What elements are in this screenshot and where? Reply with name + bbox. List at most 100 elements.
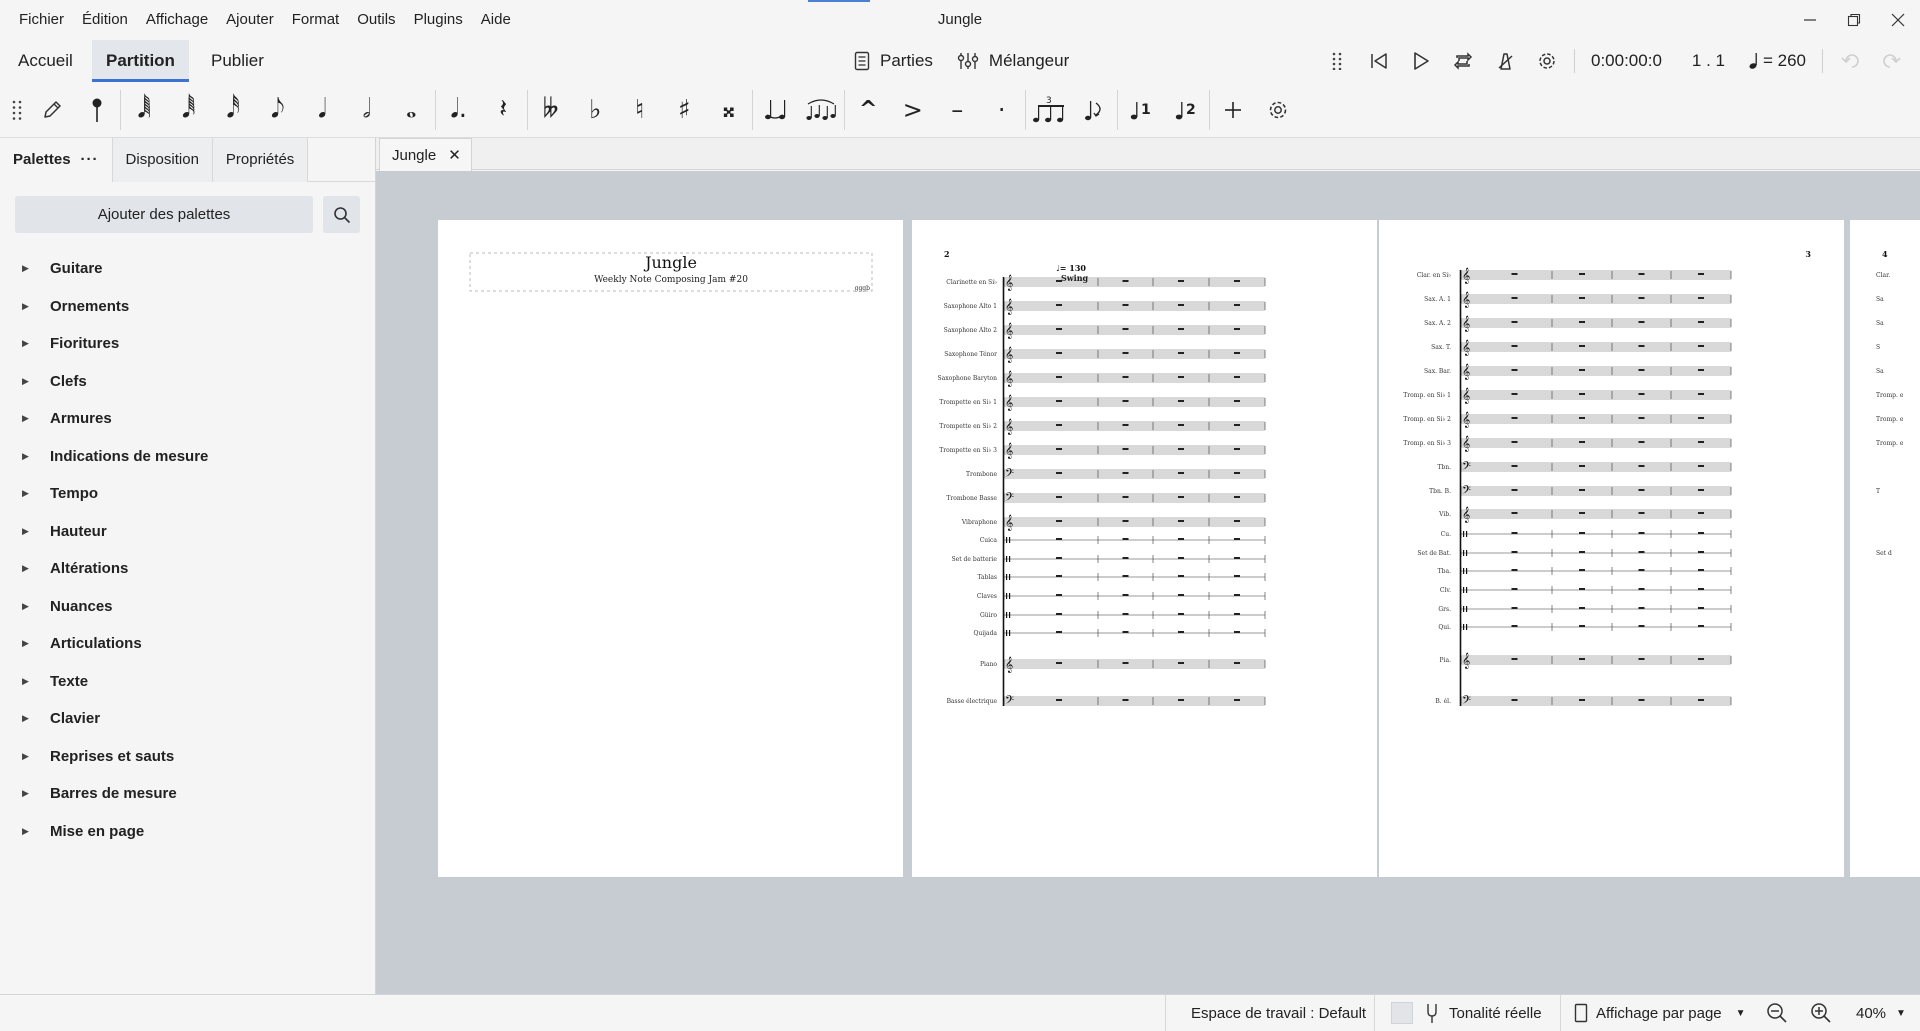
undo-icon[interactable] (1829, 40, 1871, 82)
expand-arrow-icon[interactable]: ▶ (0, 826, 50, 837)
sharp-icon[interactable]: ♯ (662, 86, 707, 134)
palette-item[interactable]: ▶ Altérations (0, 550, 376, 588)
duration-half-icon[interactable]: 𝅗𝅥 (345, 86, 390, 134)
add-palettes-button[interactable]: Ajouter des palettes (15, 196, 313, 233)
palette-item[interactable]: ▶ Reprises et sauts (0, 738, 376, 776)
tab-proprietes[interactable]: Propriétés (212, 138, 309, 182)
staccato-icon[interactable]: · (980, 86, 1025, 134)
redo-icon[interactable] (1871, 40, 1913, 82)
restore-icon[interactable] (1832, 0, 1876, 40)
flat-icon[interactable]: ♭ (573, 86, 618, 134)
zoom-out-button[interactable] (1766, 995, 1788, 1031)
expand-arrow-icon[interactable]: ▶ (0, 413, 50, 424)
tab-disposition[interactable]: Disposition (112, 138, 213, 182)
mixer-button[interactable]: Mélangeur (945, 43, 1081, 79)
expand-arrow-icon[interactable]: ▶ (0, 526, 50, 537)
menu-outils[interactable]: Outils (348, 0, 404, 40)
duration-8th-icon[interactable]: 𝅘𝅥𝅮 (256, 86, 301, 134)
expand-arrow-icon[interactable]: ▶ (0, 263, 50, 274)
note-input-mode-icon[interactable] (75, 86, 120, 134)
palette-item[interactable]: ▶ Nuances (0, 588, 376, 626)
expand-arrow-icon[interactable]: ▶ (0, 488, 50, 499)
palette-item[interactable]: ▶ Texte (0, 663, 376, 701)
metronome-icon[interactable] (1484, 40, 1526, 82)
score-subtitle[interactable]: Weekly Note Composing Jam #20 (594, 275, 748, 285)
menu-affichage[interactable]: Affichage (137, 0, 217, 40)
close-tab-icon[interactable]: ✕ (448, 146, 461, 164)
zoom-in-button[interactable] (1810, 995, 1832, 1031)
palette-item[interactable]: ▶ Hauteur (0, 513, 376, 551)
palette-item[interactable]: ▶ Barres de mesure (0, 775, 376, 813)
rewind-icon[interactable] (1358, 40, 1400, 82)
tempo-marking[interactable]: ♩= 130 (1056, 263, 1086, 273)
duration-16th-icon[interactable]: 𝅘𝅥𝅰 (211, 86, 256, 134)
rest-icon[interactable]: 𝄽 (481, 86, 526, 134)
duration-64th-icon[interactable]: 𝅘𝅥𝅲 (122, 86, 167, 134)
more-options-icon[interactable]: ··· (81, 151, 99, 168)
tuplet-icon[interactable]: 3 (1027, 86, 1072, 134)
drag-handle-icon[interactable] (1316, 40, 1358, 82)
palette-item[interactable]: ▶ Armures (0, 400, 376, 438)
palette-item[interactable]: ▶ Fioritures (0, 325, 376, 363)
expand-arrow-icon[interactable]: ▶ (0, 563, 50, 574)
accent-icon[interactable]: > (891, 86, 936, 134)
expand-arrow-icon[interactable]: ▶ (0, 301, 50, 312)
toolbar-drag-handle-icon[interactable] (4, 86, 30, 134)
view-mode-selector[interactable]: Affichage par page ▼ (1574, 995, 1746, 1031)
palette-item[interactable]: ▶ Articulations (0, 625, 376, 663)
flip-direction-icon[interactable] (1072, 86, 1117, 134)
duration-whole-icon[interactable]: 𝅝 (389, 86, 434, 134)
menu-edition[interactable]: Édition (73, 0, 137, 40)
note-input-pencil-icon[interactable] (30, 86, 75, 134)
marcato-icon[interactable]: ^ (846, 86, 891, 134)
palette-item[interactable]: ▶ Ornements (0, 288, 376, 326)
workspace-selector[interactable]: Espace de travail : Default (1191, 995, 1366, 1031)
menu-plugins[interactable]: Plugins (405, 0, 472, 40)
playback-settings-icon[interactable] (1526, 40, 1568, 82)
menu-format[interactable]: Format (283, 0, 349, 40)
palette-item[interactable]: ▶ Guitare (0, 250, 376, 288)
palette-item[interactable]: ▶ Mise en page (0, 813, 376, 851)
score-tab[interactable]: Jungle ✕ (379, 138, 472, 171)
menu-aide[interactable]: Aide (472, 0, 520, 40)
minimize-icon[interactable] (1788, 0, 1832, 40)
double-flat-icon[interactable]: 𝄫 (529, 86, 574, 134)
palette-item[interactable]: ▶ Indications de mesure (0, 438, 376, 476)
toolbar-settings-icon[interactable] (1256, 86, 1301, 134)
tab-publier[interactable]: Publier (197, 40, 278, 82)
concert-pitch-toggle[interactable]: Tonalité réelle (1391, 995, 1542, 1031)
menu-ajouter[interactable]: Ajouter (217, 0, 283, 40)
tenuto-icon[interactable]: – (935, 86, 980, 134)
concert-pitch-checkbox[interactable] (1391, 1002, 1413, 1024)
expand-arrow-icon[interactable]: ▶ (0, 601, 50, 612)
menu-fichier[interactable]: Fichier (10, 0, 73, 40)
expand-arrow-icon[interactable]: ▶ (0, 713, 50, 724)
play-icon[interactable] (1400, 40, 1442, 82)
palette-item[interactable]: ▶ Tempo (0, 475, 376, 513)
close-icon[interactable] (1876, 0, 1920, 40)
loop-icon[interactable] (1442, 40, 1484, 82)
dotted-note-icon[interactable]: 𝅘𝅥. (437, 86, 482, 134)
expand-arrow-icon[interactable]: ▶ (0, 376, 50, 387)
score-title[interactable]: Jungle (643, 253, 697, 272)
slur-icon[interactable] (799, 86, 844, 134)
zoom-selector[interactable]: 40% ▼ (1856, 995, 1906, 1031)
tie-icon[interactable] (754, 86, 799, 134)
score-canvas[interactable]: Jungle Weekly Note Composing Jam #20 ggg… (376, 171, 1920, 994)
voice-2-icon[interactable]: 2 (1164, 86, 1209, 134)
tab-accueil[interactable]: Accueil (4, 40, 87, 82)
palette-item[interactable]: ▶ Clavier (0, 700, 376, 738)
expand-arrow-icon[interactable]: ▶ (0, 451, 50, 462)
tab-partition[interactable]: Partition (92, 40, 189, 82)
duration-32nd-icon[interactable]: 𝅘𝅥𝅱 (167, 86, 212, 134)
voice-1-icon[interactable]: 1 (1119, 86, 1164, 134)
expand-arrow-icon[interactable]: ▶ (0, 676, 50, 687)
parts-button[interactable]: Parties (842, 43, 945, 79)
expand-arrow-icon[interactable]: ▶ (0, 751, 50, 762)
expand-arrow-icon[interactable]: ▶ (0, 338, 50, 349)
palette-search-button[interactable] (323, 196, 360, 233)
tab-palettes[interactable]: Palettes ··· (0, 138, 113, 182)
double-sharp-icon[interactable]: 𝄪 (707, 86, 752, 134)
duration-quarter-icon[interactable]: 𝅘𝅥 (300, 86, 345, 134)
score-composer[interactable]: gggb (855, 285, 871, 292)
